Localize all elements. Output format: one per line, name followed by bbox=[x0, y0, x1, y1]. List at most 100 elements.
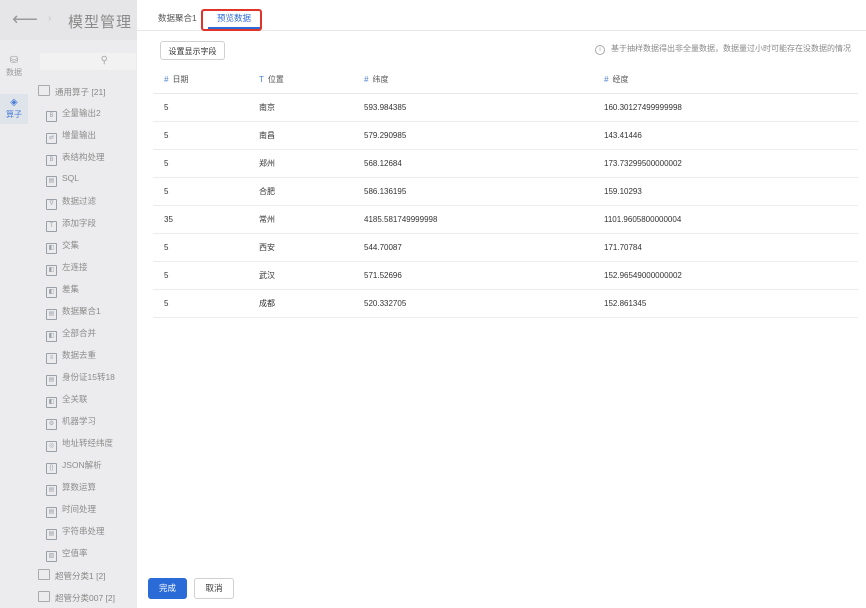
table-cell: 1101.9605800000004 bbox=[593, 205, 858, 234]
column-header-date[interactable]: # 日期 bbox=[153, 66, 248, 94]
table-cell-value: 5 bbox=[164, 187, 169, 196]
tree-item[interactable]: B 全量输出2 bbox=[46, 107, 101, 122]
table-cell: 5 bbox=[153, 177, 248, 206]
table-cell-value: 4185.581749999998 bbox=[364, 215, 438, 224]
table-cell: 4185.581749999998 bbox=[353, 205, 593, 234]
table-row: 5 西安 544.70087 171.70784 bbox=[153, 233, 858, 262]
table-cell: 南京 bbox=[248, 93, 353, 122]
table-cell-value: 5 bbox=[164, 159, 169, 168]
table-cell: 173.73299500000002 bbox=[593, 149, 858, 178]
operator-icon: {} bbox=[46, 463, 57, 474]
tree-item[interactable]: ▧ 空值率 bbox=[46, 547, 88, 562]
sampling-notice: i 基于抽样数据得出非全量数据，数据量过小时可能存在没数据的情况 bbox=[595, 43, 851, 55]
rail-item-data[interactable]: ⛁ 数据 bbox=[0, 55, 28, 78]
search-input[interactable]: ⚲ bbox=[40, 53, 136, 70]
cancel-button[interactable]: 取消 bbox=[194, 578, 234, 599]
table-cell-value: 579.290985 bbox=[364, 131, 407, 140]
tree-item[interactable]: ▤ 字符串处理 bbox=[46, 525, 105, 540]
tree-item[interactable]: ▤ 时间处理 bbox=[46, 503, 96, 518]
operator-icon: ◧ bbox=[46, 331, 57, 342]
tree-item-label: SQL bbox=[62, 173, 80, 183]
tree-item[interactable]: ▤ SQL bbox=[46, 173, 79, 187]
text-type-icon: T bbox=[259, 75, 264, 84]
column-header-label: 纬度 bbox=[372, 75, 389, 84]
operator-icon: ▤ bbox=[46, 375, 57, 386]
column-header-location[interactable]: T 位置 bbox=[248, 66, 353, 94]
table-cell: 593.984385 bbox=[353, 93, 593, 122]
table-cell: 35 bbox=[153, 205, 248, 234]
table-cell-value: 成都 bbox=[259, 299, 275, 308]
set-display-fields-button[interactable]: 设置显示字段 bbox=[160, 41, 225, 60]
tree-item-label: 数据聚合1 bbox=[62, 306, 101, 316]
tree-group-super007[interactable]: 超管分类007 [2] bbox=[38, 591, 115, 604]
tree-item-label: 数据去重 bbox=[62, 350, 97, 360]
tree-group-label: 通用算子 [21] bbox=[55, 87, 106, 97]
column-header-label: 位置 bbox=[267, 75, 284, 84]
tree-item[interactable]: ≡ 数据去重 bbox=[46, 349, 96, 364]
done-button[interactable]: 完成 bbox=[148, 578, 187, 599]
tree-group-super1[interactable]: 超管分类1 [2] bbox=[38, 569, 106, 582]
number-type-icon: # bbox=[164, 75, 169, 84]
tree-item-label: 身份证15转18 bbox=[62, 372, 115, 382]
operator-icon: ≡ bbox=[46, 353, 57, 364]
tree-item[interactable]: ◧ 全关联 bbox=[46, 393, 88, 408]
tree-item-label: 差集 bbox=[62, 284, 80, 294]
table-cell-value: 南昌 bbox=[259, 131, 275, 140]
table-cell: 159.10293 bbox=[593, 177, 858, 206]
tree-item[interactable]: ▤ 数据聚合1 bbox=[46, 305, 101, 320]
chevron-right-icon: › bbox=[48, 13, 52, 24]
tree-item[interactable]: ⇄ 增量输出 bbox=[46, 129, 96, 144]
tree-item[interactable]: ◎ 地址转经纬度 bbox=[46, 437, 113, 452]
database-icon: ⛁ bbox=[9, 55, 19, 66]
folder-icon bbox=[38, 85, 50, 96]
table-cell-value: 568.12684 bbox=[364, 159, 402, 168]
number-type-icon: # bbox=[364, 75, 369, 84]
tab-data-aggregate[interactable]: 数据聚合1 bbox=[158, 12, 197, 24]
table-cell-value: 1101.9605800000004 bbox=[604, 215, 682, 224]
rail-item-operators[interactable]: ◈ 算子 bbox=[0, 94, 28, 124]
table-cell: 5 bbox=[153, 93, 248, 122]
operator-icon: ◧ bbox=[46, 287, 57, 298]
tree-item-label: 交集 bbox=[62, 240, 80, 250]
table-cell: 520.332705 bbox=[353, 289, 593, 318]
tree-item[interactable]: {} JSON解析 bbox=[46, 459, 102, 474]
table-row: 5 成都 520.332705 152.861345 bbox=[153, 289, 858, 318]
folder-icon bbox=[38, 591, 50, 602]
column-header-label: 日期 bbox=[172, 75, 189, 84]
table-cell-value: 西安 bbox=[259, 243, 275, 252]
tree-item[interactable]: ▤ 身份证15转18 bbox=[46, 371, 115, 386]
operator-icon: ⚙ bbox=[46, 419, 57, 430]
table-cell: 586.136195 bbox=[353, 177, 593, 206]
operator-icon: ⇄ bbox=[46, 133, 57, 144]
tree-item-label: 空值率 bbox=[62, 548, 88, 558]
table-cell: 合肥 bbox=[248, 177, 353, 206]
tree-item-label: 地址转经纬度 bbox=[62, 438, 114, 448]
table-row: 5 南昌 579.290985 143.41446 bbox=[153, 121, 858, 150]
tree-item[interactable]: T 添加字段 bbox=[46, 217, 96, 232]
tree-item[interactable]: ◧ 交集 bbox=[46, 239, 79, 254]
table-cell-value: 159.10293 bbox=[604, 187, 642, 196]
operator-icon: ▤ bbox=[46, 507, 57, 518]
tree-item-label: 算数运算 bbox=[62, 482, 97, 492]
tree-item[interactable]: ◧ 左连接 bbox=[46, 261, 88, 276]
arrow-left-icon[interactable]: ⟵ bbox=[12, 10, 38, 28]
tree-group-general[interactable]: 通用算子 [21] bbox=[38, 85, 106, 98]
tab-bar: 数据聚合1 预览数据 bbox=[137, 0, 866, 31]
table-cell-value: 5 bbox=[164, 243, 169, 252]
rail-item-label: 算子 bbox=[6, 110, 22, 119]
table-cell: 152.96549000000002 bbox=[593, 261, 858, 290]
table-cell: 常州 bbox=[248, 205, 353, 234]
tree-item[interactable]: ◧ 差集 bbox=[46, 283, 79, 298]
table-row: 5 郑州 568.12684 173.73299500000002 bbox=[153, 149, 858, 178]
column-header-latitude[interactable]: # 纬度 bbox=[353, 66, 593, 94]
table-cell: 568.12684 bbox=[353, 149, 593, 178]
tree-item[interactable]: B 表结构处理 bbox=[46, 151, 105, 166]
tree-item[interactable]: ⚙ 机器学习 bbox=[46, 415, 96, 430]
column-header-longitude[interactable]: # 经度 bbox=[593, 66, 858, 94]
tree-item[interactable]: ▤ 算数运算 bbox=[46, 481, 96, 496]
tree-item[interactable]: ◧ 全部合并 bbox=[46, 327, 96, 342]
tree-item-label: 时间处理 bbox=[62, 504, 97, 514]
table-row: 5 南京 593.984385 160.30127499999998 bbox=[153, 93, 858, 122]
tree-item[interactable]: ∇ 数据过滤 bbox=[46, 195, 96, 210]
table-cell-value: 5 bbox=[164, 271, 169, 280]
